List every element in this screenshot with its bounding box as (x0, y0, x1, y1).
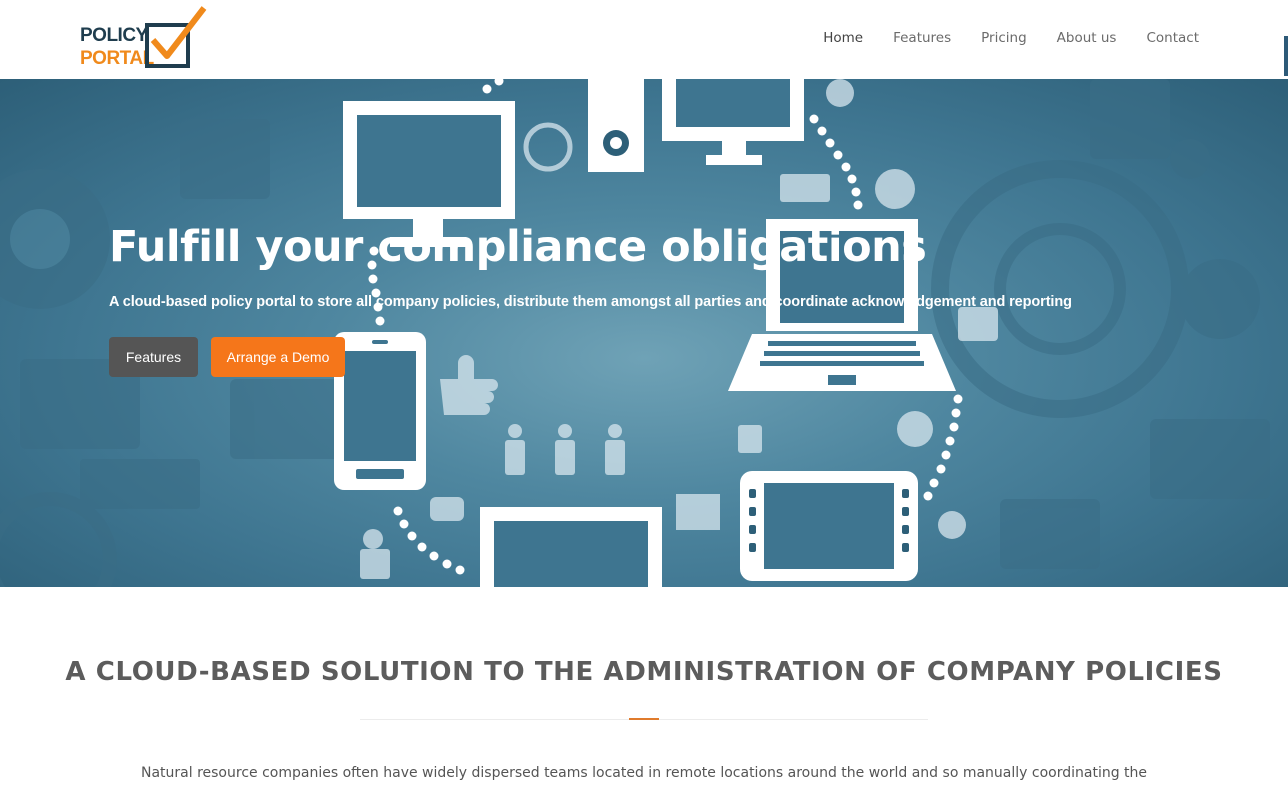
divider-accent (629, 718, 659, 720)
coffee-icon (430, 497, 464, 521)
money-icon (780, 174, 830, 202)
money-bag-icon (897, 411, 933, 447)
briefcase-icon (958, 307, 998, 341)
section-title: A CLOUD-BASED SOLUTION TO THE ADMINISTRA… (65, 657, 1223, 687)
nav-features[interactable]: Features (878, 28, 966, 48)
device-illustrations (334, 79, 956, 587)
nav-home[interactable]: Home (808, 28, 878, 48)
tablet-icon (740, 471, 918, 581)
features-button[interactable]: Features (109, 337, 198, 377)
percent-badge-icon (875, 169, 915, 209)
computer-tower-icon (588, 79, 644, 172)
arrange-demo-button[interactable]: Arrange a Demo (211, 337, 345, 377)
globe-icon (931, 160, 1189, 418)
monitor-icon (480, 507, 662, 587)
hero-background-illustration (0, 79, 1270, 587)
scroll-edge-indicator (1284, 36, 1288, 76)
logo-text-policy: POLICY (80, 25, 148, 46)
hero-title: Fulfill your compliance obligations (109, 222, 927, 272)
clock-icon (523, 122, 573, 172)
hero-subtitle: A cloud-based policy portal to store all… (109, 294, 1072, 310)
nav-about-us[interactable]: About us (1042, 28, 1132, 48)
hero-banner: Fulfill your compliance obligations A cl… (0, 79, 1288, 587)
thumbs-up-icon (440, 355, 498, 415)
checkbox-check-icon (145, 6, 207, 68)
team-people-icon (505, 424, 625, 475)
lock-icon (738, 425, 762, 453)
webcam-icon (938, 511, 966, 539)
gear-icon (1180, 259, 1260, 339)
main-nav: Home Features Pricing About us Contact (808, 28, 1214, 48)
group-icon (363, 529, 383, 549)
bank-icon (676, 494, 720, 530)
nav-contact[interactable]: Contact (1131, 28, 1214, 48)
monitor-icon (662, 79, 804, 165)
site-header: POLICY PORTAL Home Features Pricing Abou… (0, 0, 1288, 79)
nav-pricing[interactable]: Pricing (966, 28, 1042, 48)
intro-paragraph: Natural resource companies often have wi… (140, 765, 1148, 781)
person-icon (826, 79, 854, 107)
smartphone-icon (334, 332, 426, 490)
brand-logo[interactable]: POLICY PORTAL (80, 6, 207, 72)
keyboard-icon (80, 459, 200, 509)
